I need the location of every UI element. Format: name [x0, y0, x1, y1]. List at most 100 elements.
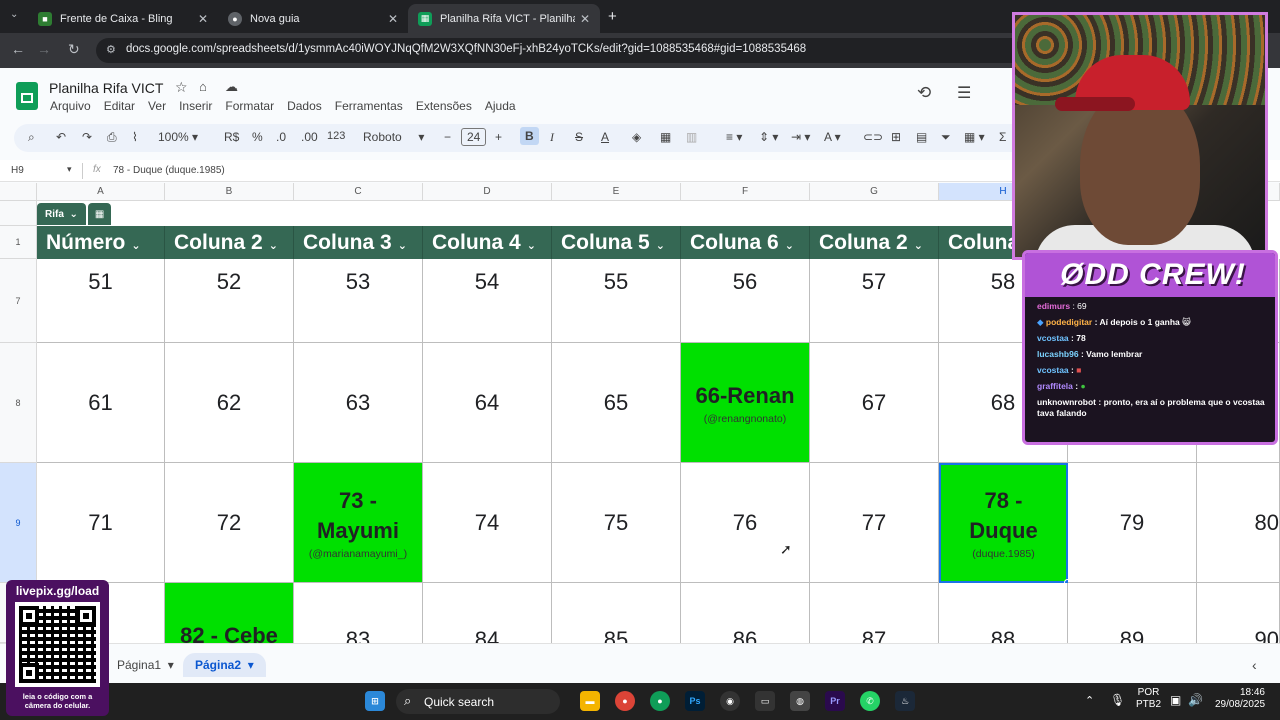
- currency-button[interactable]: R$: [224, 130, 239, 144]
- cell[interactable]: 87: [810, 583, 939, 643]
- menu-arquivo[interactable]: Arquivo: [50, 99, 91, 113]
- functions-icon[interactable]: Σ: [999, 130, 1006, 144]
- menu-dados[interactable]: Dados: [287, 99, 322, 113]
- chevron-down-icon[interactable]: ⌄: [527, 240, 536, 252]
- print-icon[interactable]: ⎙: [107, 130, 117, 145]
- search-menus-icon[interactable]: ⌕: [28, 130, 35, 145]
- cell[interactable]: 57: [810, 259, 939, 343]
- close-icon[interactable]: ✕: [198, 12, 208, 26]
- cloud-icon[interactable]: ☁: [225, 79, 238, 95]
- cell[interactable]: 90: [1197, 583, 1280, 643]
- sheet-tab-pagina2[interactable]: Página2 ▾: [183, 653, 266, 677]
- tab-search-icon[interactable]: ⌄: [10, 9, 18, 20]
- insert-chart-icon[interactable]: ▤: [916, 130, 927, 144]
- name-box[interactable]: H9: [11, 165, 24, 176]
- tab-bling[interactable]: ■ Frente de Caixa - Bling ✕: [28, 4, 218, 33]
- cell[interactable]: 85: [552, 583, 681, 643]
- chevron-down-icon[interactable]: ⌄: [656, 240, 665, 252]
- zoom-select[interactable]: 100% ▾: [158, 130, 198, 144]
- menu-extensoes[interactable]: Extensões: [416, 99, 472, 113]
- header-cell-b[interactable]: Coluna 2 ⌄: [165, 226, 294, 259]
- header-cell-g[interactable]: Coluna 2 ⌄: [810, 226, 939, 259]
- site-info-icon[interactable]: ⚙: [106, 43, 116, 56]
- cell[interactable]: 80: [1197, 463, 1280, 583]
- chevron-down-icon[interactable]: ⌄: [269, 240, 278, 252]
- cell[interactable]: 74: [423, 463, 552, 583]
- close-icon[interactable]: ✕: [388, 12, 398, 26]
- menu-editar[interactable]: Editar: [104, 99, 135, 113]
- increase-decimal-button[interactable]: .00: [301, 130, 318, 144]
- fill-color-icon[interactable]: ◈: [632, 130, 641, 144]
- cell-sold[interactable]: 82 - Cebe: [165, 583, 294, 643]
- redo-icon[interactable]: ↷: [82, 130, 92, 144]
- language-indicator[interactable]: POR PTB2: [1136, 687, 1161, 711]
- header-cell-a[interactable]: Número ⌄: [37, 226, 165, 259]
- cell[interactable]: 64: [423, 343, 552, 463]
- star-icon[interactable]: ☆: [175, 79, 188, 96]
- taskbar-search[interactable]: ⌕ Quick search: [396, 689, 560, 714]
- cell-sold[interactable]: 73 - Mayumi (@marianamayumi_): [294, 463, 423, 583]
- terminal-icon[interactable]: ▭: [755, 691, 775, 711]
- font-select[interactable]: Roboto ▾: [363, 130, 424, 144]
- text-wrap-icon[interactable]: ⇥ ▾: [791, 130, 810, 144]
- file-explorer-icon[interactable]: ▬: [580, 691, 600, 711]
- chrome-profile-icon[interactable]: ●: [650, 691, 670, 711]
- percent-button[interactable]: %: [252, 130, 263, 144]
- chevron-down-icon[interactable]: ⌄: [131, 240, 140, 252]
- menu-inserir[interactable]: Inserir: [179, 99, 212, 113]
- header-cell-f[interactable]: Coluna 6 ⌄: [681, 226, 810, 259]
- row-header-9[interactable]: 9: [0, 463, 37, 583]
- cell-sold[interactable]: 66-Renan (@renangnonato): [681, 343, 810, 463]
- table-options-icon[interactable]: ▦: [87, 203, 112, 225]
- cell[interactable]: 71: [37, 463, 165, 583]
- menu-formatar[interactable]: Formatar: [225, 99, 274, 113]
- column-header-a[interactable]: A: [37, 183, 165, 201]
- cell[interactable]: 89: [1068, 583, 1197, 643]
- decrease-decimal-button[interactable]: .0: [276, 130, 286, 144]
- cell[interactable]: 65: [552, 343, 681, 463]
- sheets-logo-icon[interactable]: [16, 82, 38, 110]
- volume-icon[interactable]: 🔊: [1188, 693, 1203, 707]
- doc-title[interactable]: Planilha Rifa VICT: [49, 80, 163, 96]
- obs-icon[interactable]: ◉: [720, 691, 740, 711]
- forward-icon[interactable]: →: [37, 41, 51, 57]
- chevron-left-icon[interactable]: ‹: [1252, 657, 1257, 673]
- cell[interactable]: 83: [294, 583, 423, 643]
- network-icon[interactable]: ▣: [1170, 693, 1181, 707]
- menu-ver[interactable]: Ver: [148, 99, 166, 113]
- menu-ferramentas[interactable]: Ferramentas: [335, 99, 403, 113]
- tab-planilha[interactable]: ▦ Planilha Rifa VICT - Planilhas Go ✕: [408, 4, 600, 33]
- cell[interactable]: 75: [552, 463, 681, 583]
- insert-comment-icon[interactable]: ⊞: [891, 130, 901, 144]
- cell[interactable]: 67: [810, 343, 939, 463]
- chevron-down-icon[interactable]: ▾: [67, 164, 72, 175]
- close-icon[interactable]: ✕: [580, 12, 590, 26]
- steam-icon[interactable]: ♨: [895, 691, 915, 711]
- cell[interactable]: 52: [165, 259, 294, 343]
- cell-sold-selected[interactable]: 78 - Duque (duque.1985): [939, 463, 1068, 583]
- table-view-icon[interactable]: ▦ ▾: [964, 130, 985, 144]
- strikethrough-button[interactable]: S: [575, 130, 583, 144]
- back-icon[interactable]: ←: [11, 41, 25, 57]
- merge-cells-icon[interactable]: ▥: [686, 130, 697, 144]
- row-header-1[interactable]: 1: [0, 226, 37, 259]
- cell[interactable]: 86: [681, 583, 810, 643]
- photoshop-icon[interactable]: Ps: [685, 691, 705, 711]
- new-tab-icon[interactable]: +: [608, 8, 617, 25]
- column-header-b[interactable]: B: [165, 183, 294, 201]
- chevron-down-icon[interactable]: ⌄: [914, 240, 923, 252]
- cell[interactable]: 61: [37, 343, 165, 463]
- comments-icon[interactable]: ☰: [957, 83, 971, 103]
- bold-button[interactable]: B: [520, 127, 539, 145]
- formula-input[interactable]: 78 - Duque (duque.1985): [113, 165, 225, 176]
- header-cell-d[interactable]: Coluna 4 ⌄: [423, 226, 552, 259]
- number-format-button[interactable]: 123: [327, 130, 345, 142]
- cell[interactable]: 84: [423, 583, 552, 643]
- tab-nova-guia[interactable]: ● Nova guia ✕: [218, 4, 408, 33]
- header-cell-e[interactable]: Coluna 5 ⌄: [552, 226, 681, 259]
- row-header-7[interactable]: 7: [0, 259, 37, 343]
- select-all-corner[interactable]: [0, 183, 37, 201]
- column-header-f[interactable]: F: [681, 183, 810, 201]
- whatsapp-icon[interactable]: ✆: [860, 691, 880, 711]
- column-header-d[interactable]: D: [423, 183, 552, 201]
